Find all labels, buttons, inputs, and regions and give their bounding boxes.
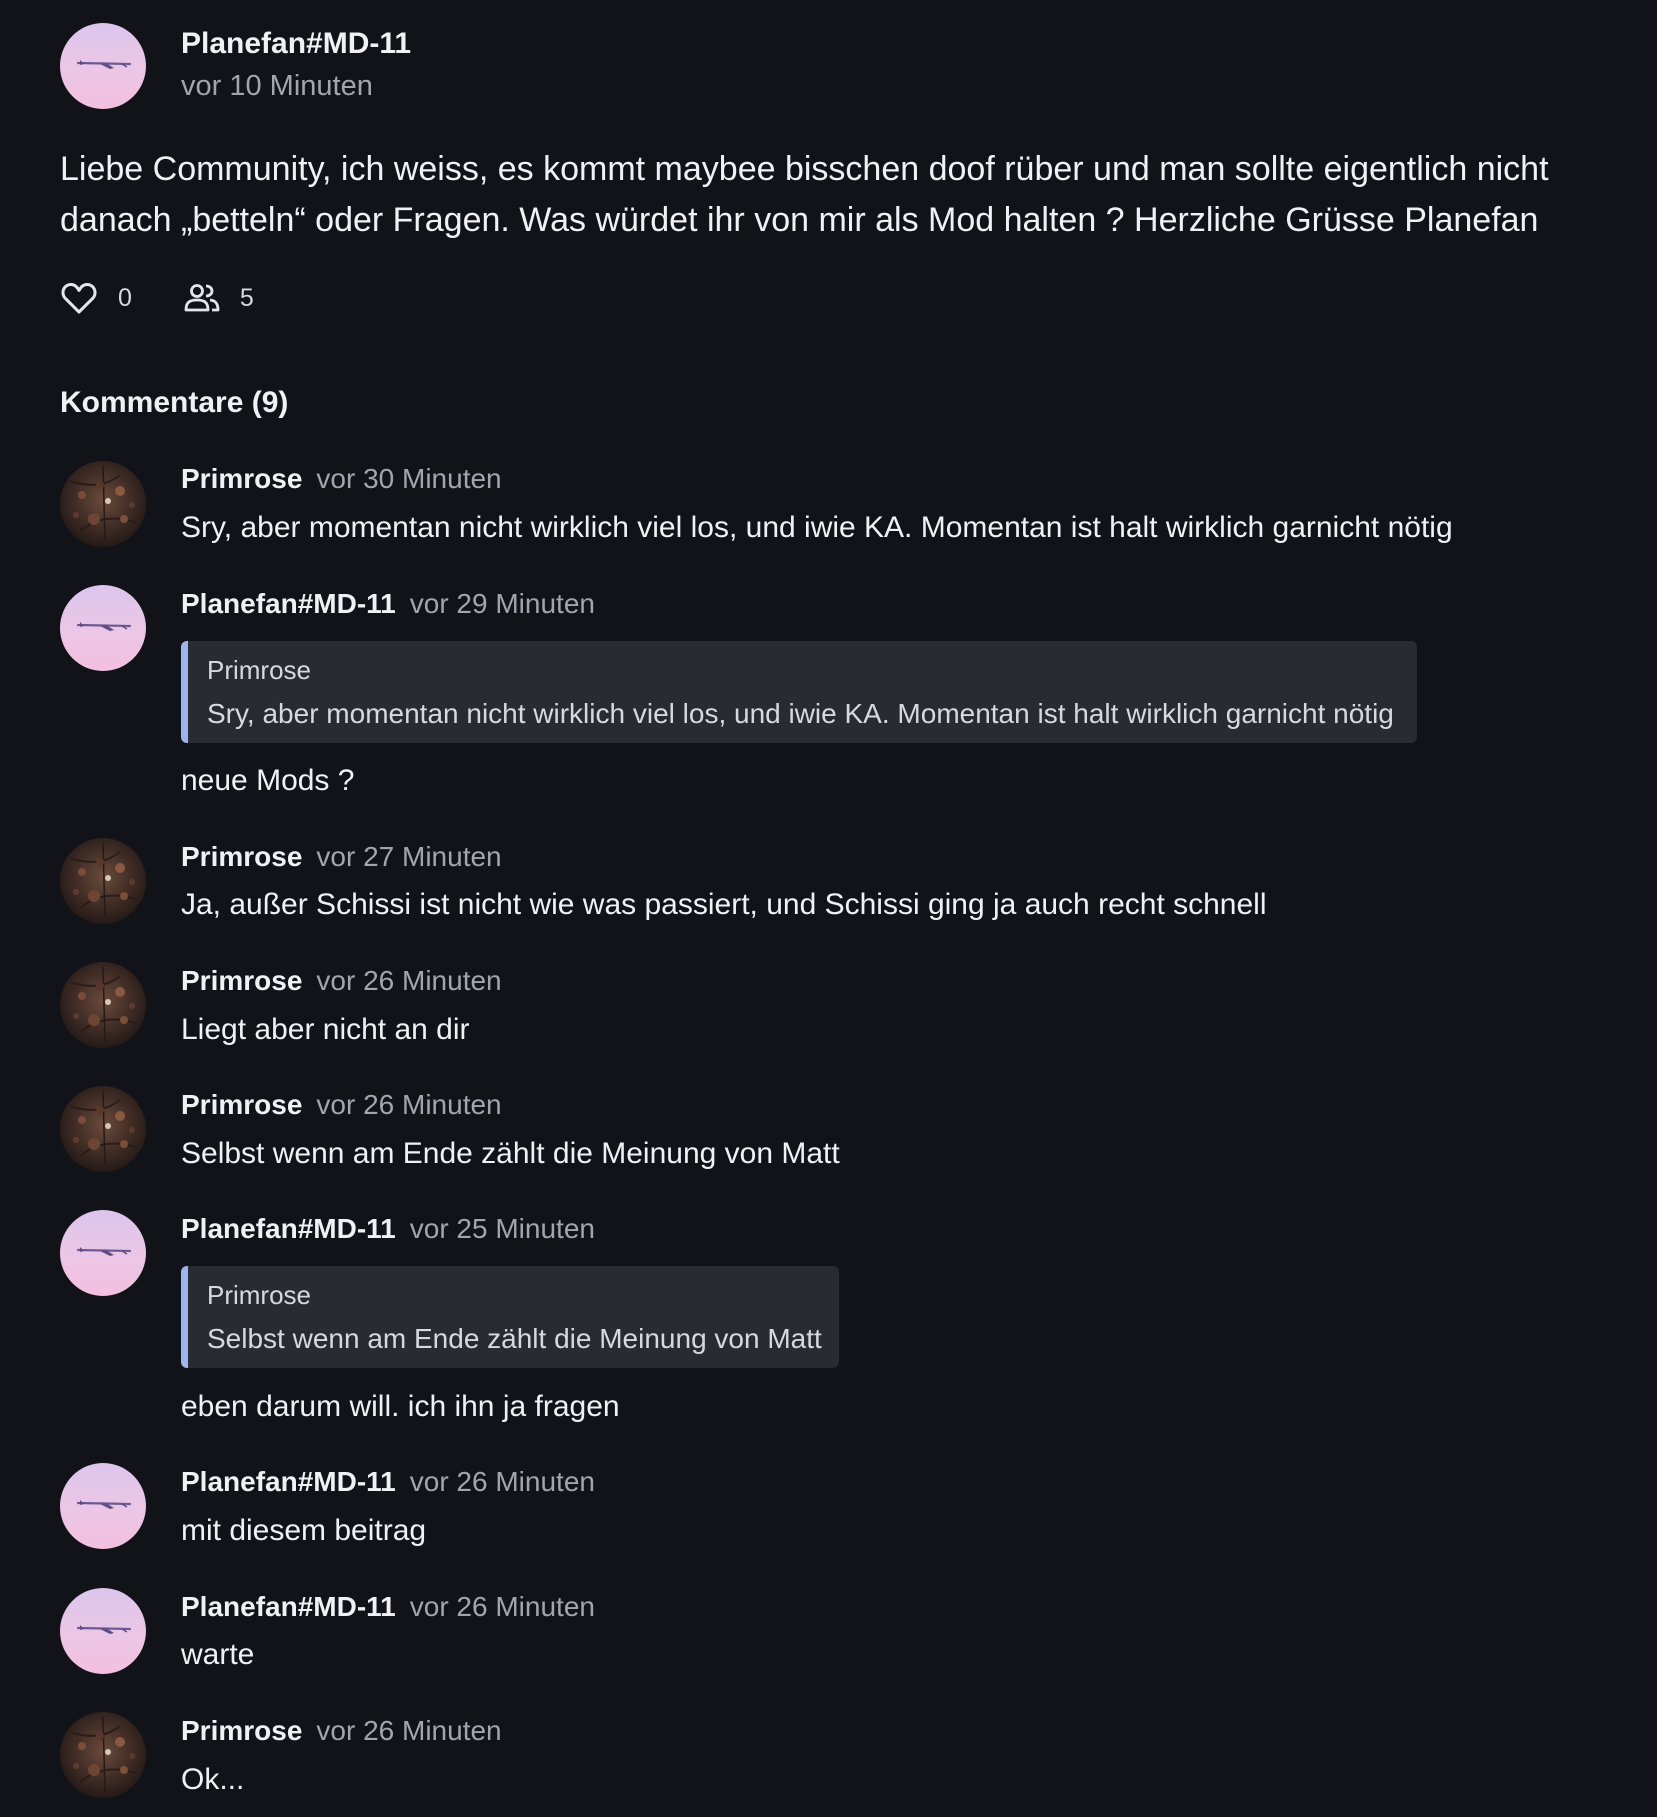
comment-header: Primrose vor 26 Minuten (181, 1089, 502, 1121)
comment-author[interactable]: Planefan#MD-11 (181, 1591, 396, 1622)
avatar[interactable] (60, 23, 146, 109)
post-detail-page: Planefan#MD-11 vor 10 Minuten Liebe Comm… (0, 0, 1657, 1817)
comment-text: Ja, außer Schissi ist nicht wie was pass… (181, 888, 1267, 921)
comment-timestamp: vor 30 Minuten (316, 463, 502, 494)
post-actions: 0 5 (60, 278, 306, 318)
comments-heading: Kommentare (9) (60, 386, 289, 419)
comment-header: Primrose vor 26 Minuten (181, 965, 502, 997)
comment-text: mit diesem beitrag (181, 1514, 427, 1547)
comment-text: neue Mods ? (181, 764, 355, 797)
post-author[interactable]: Planefan#MD-11 (181, 27, 411, 61)
like-button[interactable]: 0 (60, 280, 132, 316)
quote-text: Selbst wenn am Ende zählt die Meinung vo… (207, 1323, 822, 1354)
comment-header: Primrose vor 30 Minuten (181, 463, 502, 495)
comment-text: Liegt aber nicht an dir (181, 1013, 470, 1046)
comment-header: Primrose vor 27 Minuten (181, 841, 502, 873)
comment-header: Planefan#MD-11 vor 26 Minuten (181, 1466, 595, 1498)
quoted-comment[interactable]: Primrose Selbst wenn am Ende zählt die M… (181, 1266, 839, 1368)
comment-author[interactable]: Planefan#MD-11 (181, 1213, 396, 1244)
comment-header: Primrose vor 26 Minuten (181, 1715, 502, 1747)
post-timestamp: vor 10 Minuten (181, 70, 373, 102)
avatar[interactable] (60, 1086, 146, 1172)
comment-text: Ok... (181, 1763, 245, 1796)
comment-text: warte (181, 1638, 255, 1671)
comment-timestamp: vor 27 Minuten (316, 841, 502, 872)
comment-text: Sry, aber momentan nicht wirklich viel l… (181, 511, 1453, 544)
participants-button[interactable]: 5 (184, 283, 254, 313)
comment-timestamp: vor 26 Minuten (316, 1089, 502, 1120)
quoted-comment[interactable]: Primrose Sry, aber momentan nicht wirkli… (181, 641, 1417, 743)
comment-text: Selbst wenn am Ende zählt die Meinung vo… (181, 1137, 840, 1170)
avatar[interactable] (60, 1588, 146, 1674)
comment-text: eben darum will. ich ihn ja fragen (181, 1390, 620, 1423)
avatar[interactable] (60, 585, 146, 671)
heart-outline-icon (60, 280, 98, 316)
comment-author[interactable]: Primrose (181, 965, 302, 996)
comment-author[interactable]: Primrose (181, 463, 302, 494)
quote-author: Primrose (207, 655, 312, 685)
comment-author[interactable]: Primrose (181, 841, 302, 872)
comment-timestamp: vor 29 Minuten (409, 588, 595, 619)
comment-timestamp: vor 26 Minuten (409, 1591, 595, 1622)
like-count: 0 (118, 283, 132, 312)
avatar[interactable] (60, 1210, 146, 1296)
comment-timestamp: vor 26 Minuten (409, 1466, 595, 1497)
avatar[interactable] (60, 838, 146, 924)
comment-header: Planefan#MD-11 vor 26 Minuten (181, 1591, 595, 1623)
comment-header: Planefan#MD-11 vor 29 Minuten (181, 588, 595, 620)
avatar[interactable] (60, 962, 146, 1048)
post-body: Liebe Community, ich weiss, es kommt may… (60, 150, 1549, 239)
avatar[interactable] (60, 461, 146, 547)
avatar[interactable] (60, 1712, 146, 1798)
comment-author[interactable]: Planefan#MD-11 (181, 1466, 396, 1497)
comment-timestamp: vor 26 Minuten (316, 1715, 502, 1746)
comment-author[interactable]: Planefan#MD-11 (181, 588, 396, 619)
people-icon (184, 283, 220, 313)
comment-timestamp: vor 26 Minuten (316, 965, 502, 996)
quote-text: Sry, aber momentan nicht wirklich viel l… (207, 698, 1394, 729)
quote-author: Primrose (207, 1280, 312, 1310)
avatar[interactable] (60, 1463, 146, 1549)
comment-author[interactable]: Primrose (181, 1089, 302, 1120)
comment-author[interactable]: Primrose (181, 1715, 302, 1746)
participants-count: 5 (239, 283, 254, 312)
comment-header: Planefan#MD-11 vor 25 Minuten (181, 1213, 595, 1245)
comment-timestamp: vor 25 Minuten (409, 1213, 595, 1244)
